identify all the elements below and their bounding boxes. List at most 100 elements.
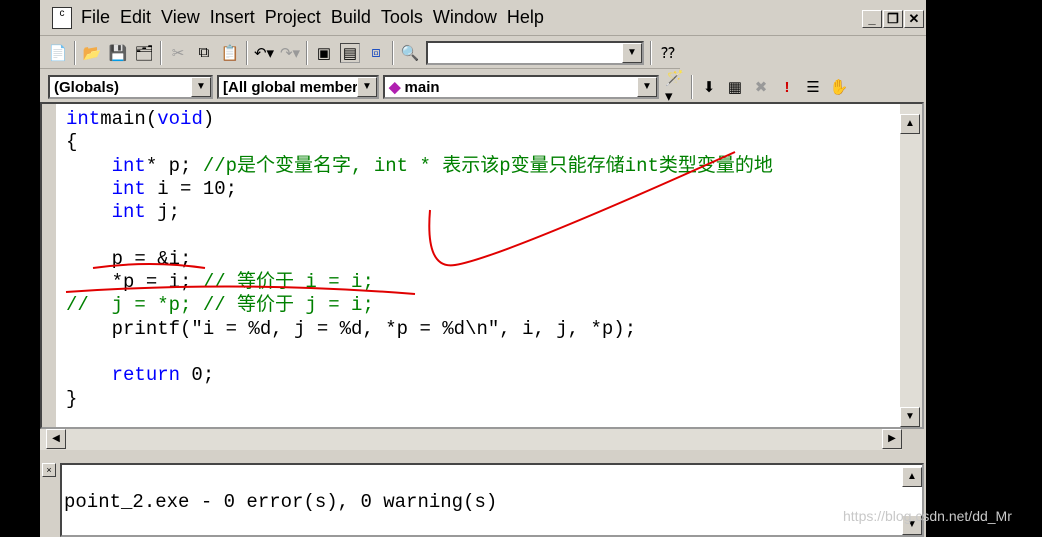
members-combo[interactable]: [All global member ▼	[217, 75, 379, 99]
code-line: printf("i = %d, j = %d, *p = %d\n", i, j…	[66, 318, 773, 341]
cut-icon[interactable]: ✂	[168, 43, 188, 63]
separator	[306, 40, 308, 65]
keyword: int	[111, 201, 146, 224]
code-line: int* p; //p是个变量名字, int * 表示该p变量只能存储int类型…	[66, 155, 773, 178]
separator	[392, 40, 394, 65]
copy-icon[interactable]: ⧉	[194, 43, 214, 63]
code-line: {	[66, 131, 773, 154]
undo-icon[interactable]: ↶▾	[254, 43, 274, 63]
output-window[interactable]: point_2.exe - 0 error(s), 0 warning(s) ▲…	[60, 463, 924, 537]
breakpoint-hand-icon[interactable]: ✋	[829, 77, 849, 97]
class-combo-value: (Globals)	[54, 78, 120, 96]
separator	[650, 40, 652, 65]
code-editor[interactable]: intmain(void){ int* p; //p是个变量名字, int * …	[40, 102, 924, 429]
code-text: j;	[145, 201, 181, 224]
code-text: *p = i;	[66, 271, 203, 294]
keyword: int	[66, 108, 101, 130]
code-text: printf("i = %d, j = %d, *p = %d\n", i, j…	[66, 317, 637, 340]
chevron-down-icon[interactable]: ▼	[357, 77, 377, 97]
menu-insert[interactable]: Insert	[205, 7, 260, 28]
minimize-button[interactable]: _	[862, 10, 882, 28]
code-line: }	[66, 388, 773, 411]
build-result-text: point_2.exe - 0 error(s), 0 warning(s)	[64, 491, 498, 513]
chevron-down-icon[interactable]: ▼	[622, 42, 642, 63]
code-text: i = 10;	[145, 177, 238, 200]
code-line: int i = 10;	[66, 178, 773, 201]
menu-project[interactable]: Project	[260, 7, 326, 28]
standard-toolbar: 📄 📂 💾 🗂 ✂ ⧉ 📋 ↶▾ ↷▾ ▣ ▤ ⧈ 🔍 ▼ ⁇	[40, 37, 680, 69]
scroll-up-icon[interactable]: ▲	[902, 467, 922, 487]
comment: // 等价于 i = i;	[202, 271, 374, 294]
horizontal-scrollbar[interactable]: ◀ ▶	[40, 429, 902, 450]
chevron-down-icon[interactable]: ▼	[191, 77, 211, 97]
menu-tools[interactable]: Tools	[376, 7, 428, 28]
keyword: return	[111, 364, 181, 387]
source-code[interactable]: intmain(void){ int* p; //p是个变量名字, int * …	[66, 108, 773, 411]
restore-button[interactable]: ❐	[883, 10, 903, 28]
menu-help[interactable]: Help	[502, 7, 549, 28]
function-combo[interactable]: ◆ main ▼	[383, 75, 659, 99]
function-icon: ◆	[389, 79, 401, 96]
code-text: )	[202, 108, 215, 130]
separator	[160, 40, 162, 65]
stop-build-icon[interactable]: ✖	[751, 77, 771, 97]
output-window-icon[interactable]: ▤	[340, 42, 360, 63]
workspace-icon[interactable]: ▣	[314, 43, 334, 63]
wizard-action-icon[interactable]: 🪄▾	[665, 70, 685, 105]
code-text: main(	[100, 108, 158, 130]
search-binoculars-icon[interactable]: ⁇	[658, 43, 678, 63]
keyword: int	[111, 154, 146, 177]
members-combo-value: [All global member	[223, 78, 359, 96]
close-button[interactable]: ✕	[904, 10, 924, 28]
menu-build[interactable]: Build	[326, 7, 376, 28]
scroll-left-icon[interactable]: ◀	[46, 429, 66, 449]
execute-icon[interactable]: !	[777, 77, 797, 97]
keyword: void	[157, 108, 203, 130]
redo-icon[interactable]: ↷▾	[280, 43, 300, 63]
menu-file[interactable]: File	[76, 7, 115, 28]
code-line: intmain(void)	[66, 108, 773, 131]
wizard-bar: (Globals) ▼ [All global member ▼ ◆ main ▼ 🪄▾…	[40, 70, 926, 105]
save-all-icon[interactable]: 🗂	[134, 43, 154, 63]
keyword: int	[111, 177, 146, 200]
scroll-down-icon[interactable]: ▼	[900, 407, 920, 427]
vertical-scrollbar[interactable]: ▲ ▼	[900, 104, 922, 427]
scroll-right-icon[interactable]: ▶	[882, 429, 902, 449]
menu-window[interactable]: Window	[428, 7, 502, 28]
class-combo[interactable]: (Globals) ▼	[48, 75, 213, 99]
paste-icon[interactable]: 📋	[220, 43, 240, 63]
code-text: {	[66, 131, 78, 154]
window-list-icon[interactable]: ⧈	[366, 43, 386, 63]
separator	[74, 40, 76, 65]
app-icon[interactable]: c	[52, 6, 72, 29]
save-icon[interactable]: 💾	[108, 43, 128, 63]
code-text: }	[66, 387, 78, 410]
build-icon[interactable]: ▦	[725, 77, 745, 97]
find-combo[interactable]: ▼	[426, 40, 644, 65]
close-output-icon[interactable]: ×	[42, 463, 56, 477]
ide-window: c File Edit View Insert Project Build To…	[40, 0, 926, 537]
code-text: * p;	[145, 154, 203, 177]
code-text: p = &i;	[66, 247, 226, 270]
chevron-down-icon[interactable]: ▼	[637, 77, 657, 97]
menu-edit[interactable]: Edit	[115, 7, 156, 28]
code-line: *p = i; // 等价于 i = i;	[66, 271, 773, 294]
find-in-files-icon[interactable]: 🔍	[400, 43, 420, 63]
comment: // j = *p; // 等价于 j = i;	[66, 294, 374, 317]
open-folder-icon[interactable]: 📂	[82, 43, 102, 63]
function-combo-value: main	[404, 78, 440, 96]
compile-icon[interactable]: ⬇	[699, 77, 719, 97]
code-line: // j = *p; // 等价于 j = i;	[66, 294, 773, 317]
code-line: return 0;	[66, 364, 773, 387]
code-line: p = &i;	[66, 248, 773, 271]
go-icon[interactable]: ☰	[803, 77, 823, 97]
menu-view[interactable]: View	[156, 7, 205, 28]
new-file-icon[interactable]: 📄	[48, 43, 68, 63]
separator	[691, 75, 693, 99]
separator	[246, 40, 248, 65]
comment: //p是个变量名字, int * 表示该p变量只能存储int类型变量的地	[202, 154, 773, 177]
scroll-up-icon[interactable]: ▲	[900, 114, 920, 134]
